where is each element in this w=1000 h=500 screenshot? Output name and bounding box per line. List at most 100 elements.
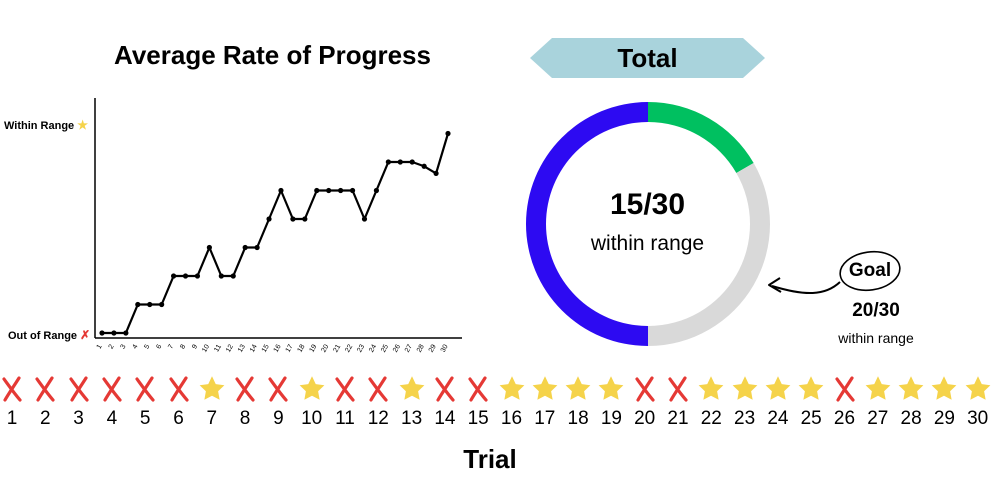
star-icon bbox=[728, 372, 762, 406]
x-tick-label: 21 bbox=[332, 343, 342, 353]
progress-point bbox=[445, 130, 451, 137]
trial-item: 30 bbox=[961, 372, 995, 430]
trial-outcomes-row: 1 2 3 4 5 6 7 8 9 10 11 12 13 14 15 16 17 18 19 20 21 22 23 24 2… bbox=[0, 372, 1000, 442]
trial-number: 11 bbox=[335, 408, 355, 429]
trial-number: 27 bbox=[867, 408, 889, 429]
x-tick-label: 7 bbox=[167, 343, 175, 350]
x-tick-label: 9 bbox=[191, 343, 199, 350]
cross-icon bbox=[461, 372, 495, 406]
progress-point bbox=[218, 273, 224, 279]
trial-item: 3 bbox=[62, 372, 96, 430]
progress-point bbox=[314, 187, 320, 194]
progress-point bbox=[194, 273, 201, 279]
trial-item: 12 bbox=[361, 372, 395, 430]
trial-item: 22 bbox=[694, 372, 728, 430]
x-tick-label: 3 bbox=[120, 343, 128, 350]
trial-number: 17 bbox=[534, 408, 556, 429]
trial-item: 15 bbox=[461, 372, 495, 430]
trial-item: 20 bbox=[628, 372, 662, 430]
star-icon bbox=[528, 372, 562, 406]
progress-point bbox=[409, 159, 415, 165]
x-tick-label: 28 bbox=[416, 343, 426, 353]
trial-item: 18 bbox=[561, 372, 595, 430]
trial-number: 15 bbox=[467, 408, 489, 429]
trial-item: 9 bbox=[261, 372, 295, 430]
progress-point bbox=[433, 170, 439, 176]
trial-item: 13 bbox=[395, 372, 429, 430]
x-tick-label: 16 bbox=[273, 343, 283, 353]
trial-item: 24 bbox=[761, 372, 795, 430]
cross-icon bbox=[162, 372, 196, 406]
x-tick-label: 26 bbox=[392, 343, 402, 353]
x-tick-label: 20 bbox=[320, 343, 330, 353]
x-tick-label: 6 bbox=[155, 343, 163, 350]
progress-point bbox=[230, 273, 236, 279]
trial-item: 23 bbox=[728, 372, 762, 430]
progress-point bbox=[242, 244, 248, 251]
star-icon bbox=[395, 372, 429, 406]
x-tick-label: 11 bbox=[213, 343, 223, 353]
trial-item: 29 bbox=[927, 372, 961, 430]
goal-value: 20/30 bbox=[852, 300, 900, 321]
x-tick-label: 12 bbox=[225, 343, 235, 353]
cross-icon bbox=[328, 372, 362, 406]
trial-item: 16 bbox=[495, 372, 529, 430]
star-icon bbox=[927, 372, 961, 406]
cross-icon bbox=[28, 372, 62, 406]
trial-number: 19 bbox=[600, 408, 622, 429]
donut-slice bbox=[526, 102, 648, 346]
star-icon bbox=[495, 372, 529, 406]
cross-icon bbox=[228, 372, 262, 406]
trial-item: 21 bbox=[661, 372, 695, 430]
goal-label: Goal bbox=[848, 260, 892, 281]
star-icon bbox=[894, 372, 928, 406]
progress-point bbox=[147, 301, 153, 308]
trial-item: 17 bbox=[528, 372, 562, 430]
trial-number: 20 bbox=[634, 408, 656, 429]
star-icon bbox=[295, 372, 329, 406]
cross-icon bbox=[95, 372, 129, 406]
x-tick-label: 17 bbox=[285, 343, 295, 353]
progress-line-chart: 1 2 3 4 5 6 7 8 9 10 11 12 13 14 15 16 17 18 19 20 21 22 23 24 2… bbox=[94, 98, 462, 354]
trial-item: 1 bbox=[0, 372, 29, 430]
trial-item: 6 bbox=[162, 372, 196, 430]
x-tick-label: 10 bbox=[201, 343, 211, 353]
trial-item: 8 bbox=[228, 372, 262, 430]
x-tick-label: 25 bbox=[380, 343, 390, 353]
trial-item: 7 bbox=[195, 372, 229, 430]
x-tick-label: 23 bbox=[356, 343, 366, 353]
total-donut-chart bbox=[526, 102, 770, 346]
star-icon bbox=[694, 372, 728, 406]
star-icon bbox=[561, 372, 595, 406]
trial-number: 3 bbox=[73, 408, 84, 429]
trial-item: 14 bbox=[428, 372, 462, 430]
trial-item: 2 bbox=[28, 372, 62, 430]
trial-number: 29 bbox=[933, 408, 955, 429]
progress-point bbox=[349, 187, 356, 194]
progress-point bbox=[421, 163, 427, 169]
progress-point bbox=[361, 216, 368, 222]
star-icon bbox=[961, 372, 995, 406]
progress-point bbox=[182, 273, 189, 279]
progress-point bbox=[385, 159, 391, 165]
trial-number: 9 bbox=[273, 408, 284, 429]
trial-number: 10 bbox=[301, 408, 323, 429]
x-tick-label: 29 bbox=[428, 343, 438, 353]
trial-number: 25 bbox=[800, 408, 822, 429]
trial-item: 28 bbox=[894, 372, 928, 430]
progress-series-line bbox=[102, 133, 450, 335]
progress-point bbox=[397, 159, 403, 165]
progress-point bbox=[373, 187, 380, 194]
trial-number: 26 bbox=[833, 408, 856, 429]
trial-number: 12 bbox=[367, 408, 389, 429]
x-tick-label: 18 bbox=[297, 343, 307, 353]
cross-icon bbox=[361, 372, 395, 406]
trial-number: 14 bbox=[434, 408, 456, 429]
x-tick-label: 2 bbox=[108, 343, 116, 350]
star-icon bbox=[794, 372, 828, 406]
progress-point bbox=[290, 216, 296, 222]
trial-axis-title: Trial bbox=[463, 444, 517, 474]
x-tick-label: 4 bbox=[132, 343, 140, 350]
x-tick-label: 8 bbox=[179, 343, 187, 350]
star-icon bbox=[594, 372, 628, 406]
